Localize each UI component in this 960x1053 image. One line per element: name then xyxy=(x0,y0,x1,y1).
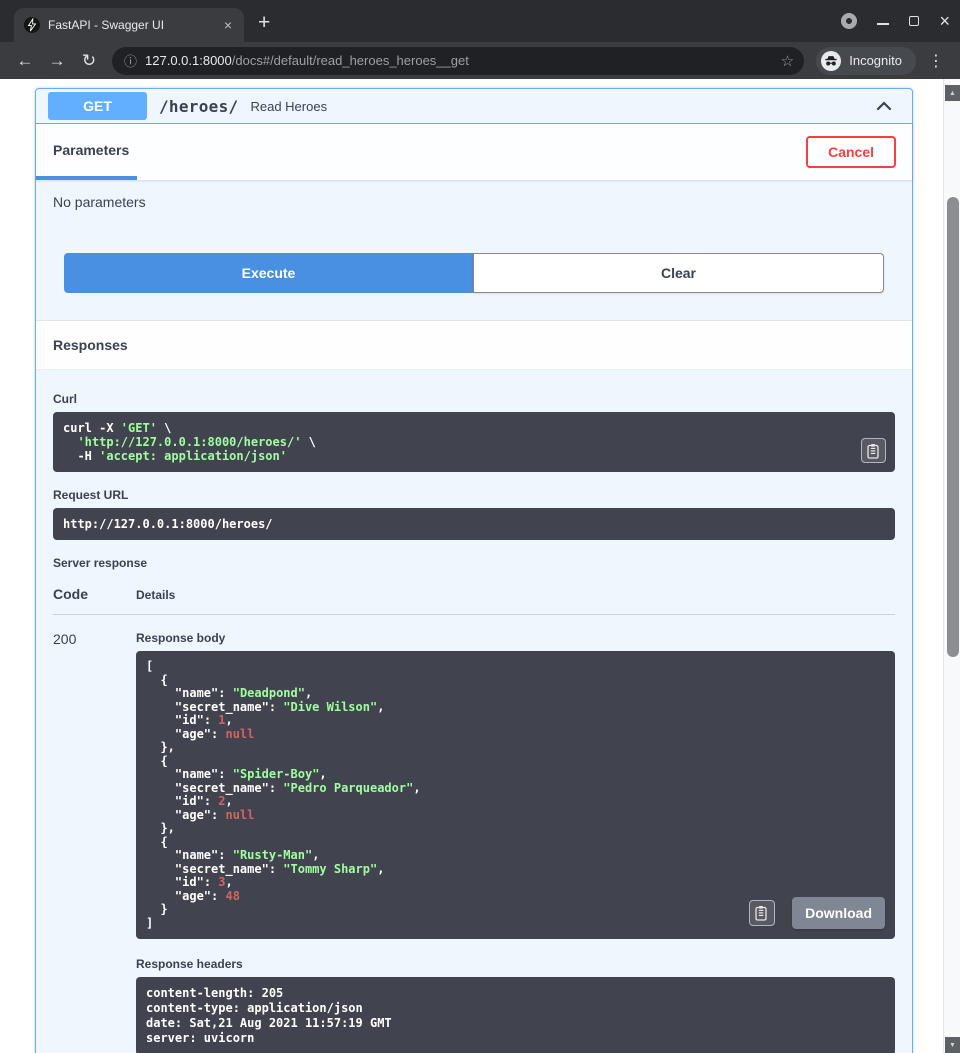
curl-label: Curl xyxy=(53,392,895,406)
incognito-badge: Incognito xyxy=(816,47,916,75)
maximize-button[interactable] xyxy=(909,16,919,26)
browser-toolbar: ← → ↻ ⓘ 127.0.0.1:8000/docs#/default/rea… xyxy=(0,42,960,79)
response-table-header: Code Details xyxy=(53,576,895,615)
window-close-button[interactable]: × xyxy=(939,12,950,30)
code-column-header: Code xyxy=(53,586,136,602)
responses-header: Responses xyxy=(36,320,912,370)
back-button[interactable]: ← xyxy=(10,46,40,76)
forward-button[interactable]: → xyxy=(42,46,72,76)
bookmark-star-icon[interactable]: ☆ xyxy=(781,52,794,70)
scroll-down-button[interactable]: ▼ xyxy=(945,1037,960,1053)
copy-curl-button[interactable] xyxy=(861,438,886,463)
url-path: /docs#/default/read_heroes_heroes__get xyxy=(232,53,469,68)
download-button[interactable]: Download xyxy=(792,897,885,929)
response-headers-label: Response headers xyxy=(136,957,895,971)
response-headers-text: content-length: 205content-type: applica… xyxy=(146,986,885,1046)
responses-title: Responses xyxy=(53,337,128,353)
tab-parameters-label: Parameters xyxy=(53,142,129,158)
response-row-200: 200 Response body [ { "name": "Deadpond"… xyxy=(53,615,895,1053)
curl-command: curl -X 'GET' \ 'http://127.0.0.1:8000/h… xyxy=(63,421,885,463)
site-info-icon[interactable]: ⓘ xyxy=(124,51,137,70)
new-tab-button[interactable]: + xyxy=(258,12,270,33)
browser-menu-icon[interactable]: ⋮ xyxy=(922,51,950,71)
curl-code-block: curl -X 'GET' \ 'http://127.0.0.1:8000/h… xyxy=(53,412,895,472)
page-content: GET /heroes/ Read Heroes Parameters Canc… xyxy=(0,79,960,1053)
tab-title: FastAPI - Swagger UI xyxy=(48,18,212,32)
window-controls: × xyxy=(841,0,950,42)
tab-close-icon[interactable]: × xyxy=(220,17,236,33)
clear-button[interactable]: Clear xyxy=(473,253,884,293)
address-bar[interactable]: ⓘ 127.0.0.1:8000/docs#/default/read_hero… xyxy=(112,47,804,75)
tab-parameters[interactable]: Parameters xyxy=(36,124,137,180)
incognito-icon xyxy=(821,51,841,71)
response-body-json: [ { "name": "Deadpond", "secret_name": "… xyxy=(146,660,885,930)
tab-strip: FastAPI - Swagger UI × + × xyxy=(0,0,960,42)
copy-response-button[interactable] xyxy=(749,900,775,926)
parameters-area: No parameters xyxy=(36,180,912,253)
scroll-up-button[interactable]: ▲ xyxy=(945,85,960,101)
response-body-actions: Download xyxy=(749,897,885,929)
fastapi-favicon xyxy=(24,17,40,33)
endpoint-path: /heroes/ xyxy=(159,97,238,116)
status-code: 200 xyxy=(53,631,136,1053)
response-details: Response body [ { "name": "Deadpond", "s… xyxy=(136,631,895,1053)
response-body-label: Response body xyxy=(136,631,895,645)
request-url-value: http://127.0.0.1:8000/heroes/ xyxy=(63,517,885,531)
response-body-block: [ { "name": "Deadpond", "secret_name": "… xyxy=(136,651,895,939)
http-method-badge: GET xyxy=(48,92,147,120)
media-controls-icon[interactable] xyxy=(841,13,857,29)
url-host: 127.0.0.1:8000 xyxy=(145,53,232,68)
url-text: 127.0.0.1:8000/docs#/default/read_heroes… xyxy=(145,53,773,68)
browser-tab[interactable]: FastAPI - Swagger UI × xyxy=(14,8,244,42)
collapse-chevron-icon[interactable] xyxy=(870,92,898,120)
parameters-section-header: Parameters Cancel xyxy=(36,124,912,180)
execute-button[interactable]: Execute xyxy=(64,253,473,293)
no-parameters-text: No parameters xyxy=(53,194,146,210)
responses-body: Curl curl -X 'GET' \ 'http://127.0.0.1:8… xyxy=(36,370,912,1053)
scrollbar-thumb[interactable] xyxy=(947,197,959,657)
request-url-block: http://127.0.0.1:8000/heroes/ xyxy=(53,508,895,540)
cancel-button[interactable]: Cancel xyxy=(806,136,896,168)
reload-button[interactable]: ↻ xyxy=(74,46,104,76)
minimize-button[interactable] xyxy=(877,17,889,25)
request-url-label: Request URL xyxy=(53,488,895,502)
scrollbar[interactable]: ▲ ▼ xyxy=(943,79,960,1053)
incognito-label: Incognito xyxy=(849,53,902,68)
opblock-summary[interactable]: GET /heroes/ Read Heroes xyxy=(36,89,912,124)
execute-row: Execute Clear xyxy=(36,253,912,293)
server-response-label: Server response xyxy=(53,556,895,570)
response-headers-block: content-length: 205content-type: applica… xyxy=(136,977,895,1053)
opblock-get-heroes: GET /heroes/ Read Heroes Parameters Canc… xyxy=(35,88,913,1053)
details-column-header: Details xyxy=(136,588,895,602)
endpoint-summary: Read Heroes xyxy=(250,99,327,114)
